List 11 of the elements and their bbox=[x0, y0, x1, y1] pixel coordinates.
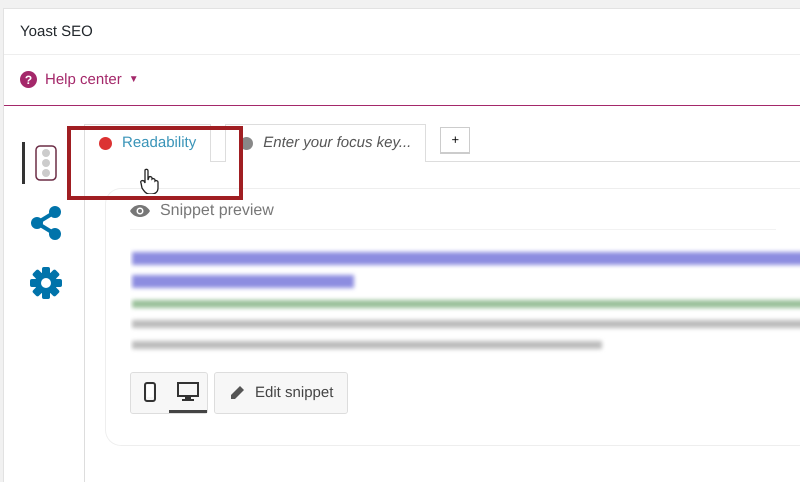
add-tab-button[interactable]: + bbox=[440, 127, 470, 153]
eye-icon bbox=[130, 205, 150, 217]
help-icon: ? bbox=[20, 71, 37, 88]
hand-cursor-icon bbox=[140, 168, 160, 194]
panel-title: Yoast SEO bbox=[4, 9, 800, 54]
tab[interactable]: Enter your focus key... bbox=[225, 124, 426, 162]
snippet-heading: Snippet preview bbox=[160, 201, 274, 221]
edit-snippet-button[interactable]: Edit snippet bbox=[214, 372, 348, 414]
help-center-button[interactable]: ? Help center bbox=[20, 68, 122, 91]
pencil-icon bbox=[229, 385, 245, 401]
caret-icon[interactable]: ▼ bbox=[128, 72, 139, 88]
